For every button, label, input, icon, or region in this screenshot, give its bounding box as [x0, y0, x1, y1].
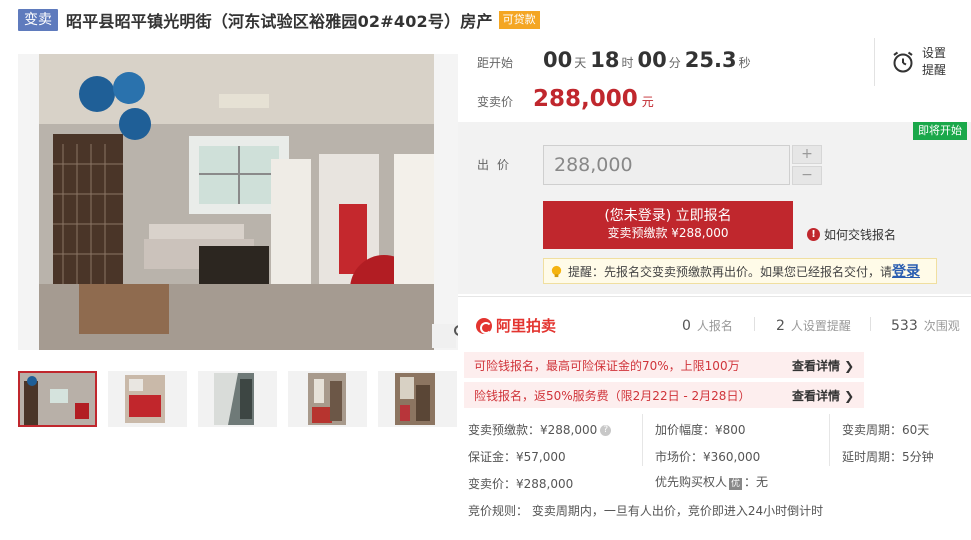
signups-count: 0 [682, 318, 691, 334]
main-photo[interactable] [18, 54, 458, 350]
stats-bar: 阿里拍卖 0 人报名 2 人设置提醒 533 次围观 [458, 296, 971, 344]
info-icon: ! [807, 228, 820, 241]
countdown-minutes: 00 [637, 48, 667, 72]
title-bar: 变卖 昭平县昭平镇光明街（河东试验区裕雅园02#402号）房产 可贷款 [18, 9, 540, 31]
auction-page: 变卖 昭平县昭平镇光明街（河东试验区裕雅园02#402号）房产 可贷款 距开始 … [0, 0, 971, 540]
sale-price-row: 变卖价 288,000 元 [477, 86, 654, 112]
views-count: 533 [891, 318, 918, 334]
thumbnail-1-image [20, 373, 95, 425]
views-label: 次围观 [923, 319, 960, 333]
promo-details-link-2[interactable]: 查看详情 ❯ [792, 387, 854, 404]
countdown-row: 距开始 00 天 18 时 00 分 25.3 秒 [477, 48, 755, 72]
reminders-count: 2 [776, 318, 785, 334]
bidding-rules: 竞价规则： 变卖周期内，一旦有人出价，竞价即进入24小时倒计时 [468, 504, 824, 518]
reminders-stat: 2 人设置提醒 [776, 317, 851, 334]
signups-label: 人报名 [696, 319, 733, 333]
sale-price-unit: 元 [641, 95, 654, 109]
countdown-hours: 18 [590, 48, 620, 72]
countdown-panel: 距开始 00 天 18 时 00 分 25.3 秒 变卖价 288,000 元 [458, 34, 971, 122]
preemptive-tag: 优 [729, 478, 743, 490]
thumbnail-strip [18, 371, 458, 427]
views-stat: 533 次围观 [891, 317, 960, 334]
login-link[interactable]: 登录 [892, 261, 920, 281]
preemptive-label: 优先购买权人 [655, 475, 728, 489]
stat-divider [870, 317, 871, 331]
ali-auction-icon [476, 317, 492, 334]
sale-price-detail: 变卖价：¥288,000 [468, 477, 574, 491]
deposit-prepay: 变卖预缴款：¥288,000? [468, 421, 612, 438]
thumbnail-3[interactable] [198, 371, 277, 427]
preemptive-right: 优先购买权人优：无 [655, 473, 768, 490]
promo-banner-2: 险钱报名，返50%服务费（限2月22日 - 2月28日） 查看详情 ❯ [464, 382, 864, 408]
living-room-photo [39, 54, 434, 350]
promo-banner-1: 可险钱报名，最高可险保证金的70%，上限100万 查看详情 ❯ [464, 352, 864, 378]
countdown-seconds: 25.3 [684, 48, 737, 72]
login-tip: 提醒：先报名交变卖预缴款再出价。如果您已经报名交付，请 登录 [543, 258, 937, 284]
countdown-day-unit: 天 [574, 56, 587, 70]
thumbnail-4[interactable] [288, 371, 367, 427]
reminder-label-line2: 提醒 [922, 63, 947, 77]
login-tip-text: 提醒：先报名交变卖预缴款再出价。如果您已经报名交付，请 [568, 264, 893, 279]
reminders-label: 人设置提醒 [790, 319, 851, 333]
countdown-minute-unit: 分 [668, 56, 681, 70]
preemptive-value: ：无 [744, 475, 769, 489]
promo-text-1: 可险钱报名，最高可险保证金的70%，上限100万 [474, 358, 740, 373]
bid-amount-input[interactable]: 288,000 [543, 145, 790, 185]
thumbnail-4-image [288, 371, 367, 427]
thumbnail-5[interactable] [378, 371, 457, 427]
platform-name: 阿里拍卖 [496, 317, 557, 335]
sale-price-value: 288,000 [533, 86, 638, 112]
sale-period: 变卖周期：60天 [842, 423, 930, 437]
column-divider [642, 414, 643, 466]
zoom-button[interactable] [432, 324, 458, 348]
reminder-label: 设置 提醒 [922, 45, 946, 79]
bid-panel: 即将开始 出价 288,000 + − (您未登录) 立即报名 变卖预缴款 ¥2… [458, 122, 971, 294]
increase-bid-button[interactable]: + [792, 145, 822, 164]
status-badge: 即将开始 [913, 122, 967, 140]
thumbnail-2-image [108, 371, 187, 427]
countdown-days: 00 [543, 48, 573, 72]
thumbnail-1[interactable] [18, 371, 97, 427]
countdown-label: 距开始 [477, 56, 514, 70]
lightbulb-icon [551, 265, 562, 277]
reminder-label-line1: 设置 [922, 46, 947, 60]
signup-button[interactable]: (您未登录) 立即报名 变卖预缴款 ¥288,000 [543, 201, 793, 249]
promo-text-2: 险钱报名，返50%服务费（限2月22日 - 2月28日） [474, 388, 751, 403]
bond-amount: 保证金：¥57,000 [468, 450, 566, 464]
decrease-bid-button[interactable]: − [792, 166, 822, 185]
bid-stepper: + − [792, 145, 822, 187]
thumbnail-2[interactable] [108, 371, 187, 427]
signups-stat: 0 人报名 [682, 317, 733, 334]
countdown-second-unit: 秒 [738, 56, 751, 70]
promo-details-link-1[interactable]: 查看详情 ❯ [792, 357, 854, 374]
deposit-prepay-text: 变卖预缴款：¥288,000 [468, 423, 598, 437]
help-icon[interactable]: ? [600, 425, 612, 436]
sale-price-label: 变卖价 [477, 95, 514, 109]
loan-available-tag: 可贷款 [498, 11, 540, 29]
set-reminder-button[interactable]: 设置 提醒 [874, 38, 971, 86]
sale-type-tag: 变卖 [18, 9, 58, 31]
how-to-pay-link[interactable]: ! 如何交钱报名 [807, 226, 896, 243]
bid-increment: 加价幅度：¥800 [655, 423, 746, 437]
stat-divider [754, 317, 755, 331]
signup-deposit-label: 变卖预缴款 ¥288,000 [607, 226, 729, 240]
delay-period: 延时周期：5分钟 [842, 450, 934, 464]
property-title: 昭平县昭平镇光明街（河东试验区裕雅园02#402号）房产 [66, 12, 493, 31]
thumbnail-3-image [198, 371, 277, 427]
how-to-pay-label: 如何交钱报名 [824, 228, 897, 242]
bid-label: 出价 [477, 158, 518, 172]
alarm-clock-icon [893, 51, 913, 73]
thumbnail-5-image [378, 371, 457, 427]
countdown-hour-unit: 时 [621, 56, 634, 70]
signup-button-label: (您未登录) 立即报名 [604, 208, 732, 224]
column-divider [829, 414, 830, 466]
ali-auction-logo[interactable]: 阿里拍卖 [476, 315, 556, 336]
market-price: 市场价：¥360,000 [655, 450, 761, 464]
